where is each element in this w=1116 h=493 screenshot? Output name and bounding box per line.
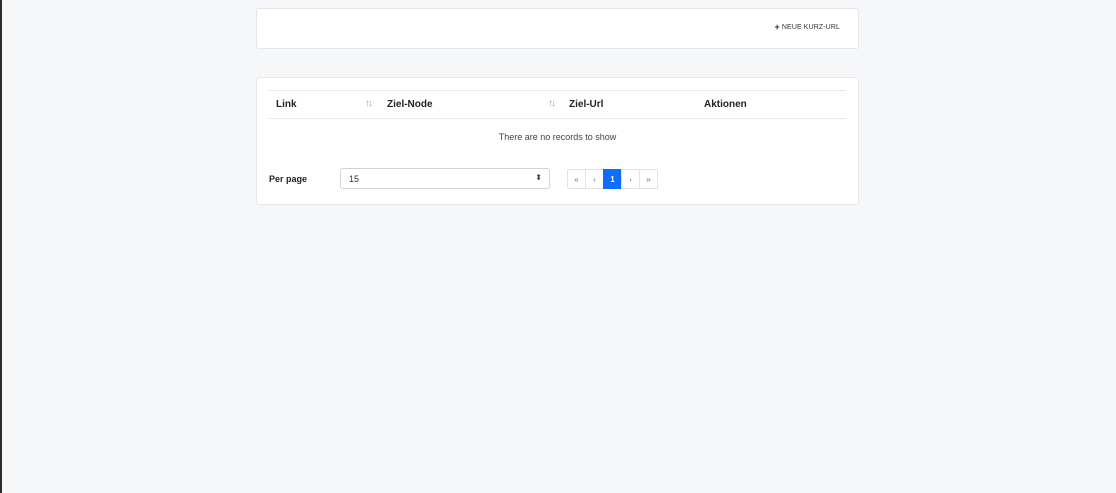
first-page-button[interactable]: « <box>567 169 586 189</box>
column-header-ziel-url: Ziel-Url <box>569 99 604 110</box>
page-1-button[interactable]: 1 <box>603 169 622 189</box>
column-header-link[interactable]: Link <box>276 99 297 110</box>
window-left-edge <box>0 0 2 493</box>
table-card: Link ↑↓ Ziel-Node ↑↓ Ziel-Url Aktionen T… <box>256 77 859 205</box>
column-header-ziel-node[interactable]: Ziel-Node <box>387 99 433 110</box>
pagination: « ‹ 1 › » <box>567 169 658 189</box>
sort-link-icon[interactable]: ↑↓ <box>365 98 373 109</box>
table-header-row: Link ↑↓ Ziel-Node ↑↓ Ziel-Url Aktionen <box>269 90 846 119</box>
prev-page-button[interactable]: ‹ <box>585 169 604 189</box>
per-page-select[interactable]: 15 ⬍ <box>340 168 550 189</box>
last-page-button[interactable]: » <box>639 169 658 189</box>
empty-table-message: There are no records to show <box>498 132 617 142</box>
per-page-label: Per page <box>269 174 308 184</box>
sort-ziel-node-icon[interactable]: ↑↓ <box>548 98 556 109</box>
toolbar-card: + NEUE KURZ-URL <box>256 8 859 49</box>
column-header-aktionen: Aktionen <box>704 99 747 110</box>
next-page-button[interactable]: › <box>621 169 640 189</box>
per-page-value: 15 <box>349 174 360 184</box>
new-short-url-label: NEUE KURZ-URL <box>781 24 840 31</box>
new-short-url-button[interactable]: + NEUE KURZ-URL <box>774 22 840 32</box>
plus-icon: + <box>774 22 780 32</box>
select-caret-icon: ⬍ <box>535 173 542 182</box>
